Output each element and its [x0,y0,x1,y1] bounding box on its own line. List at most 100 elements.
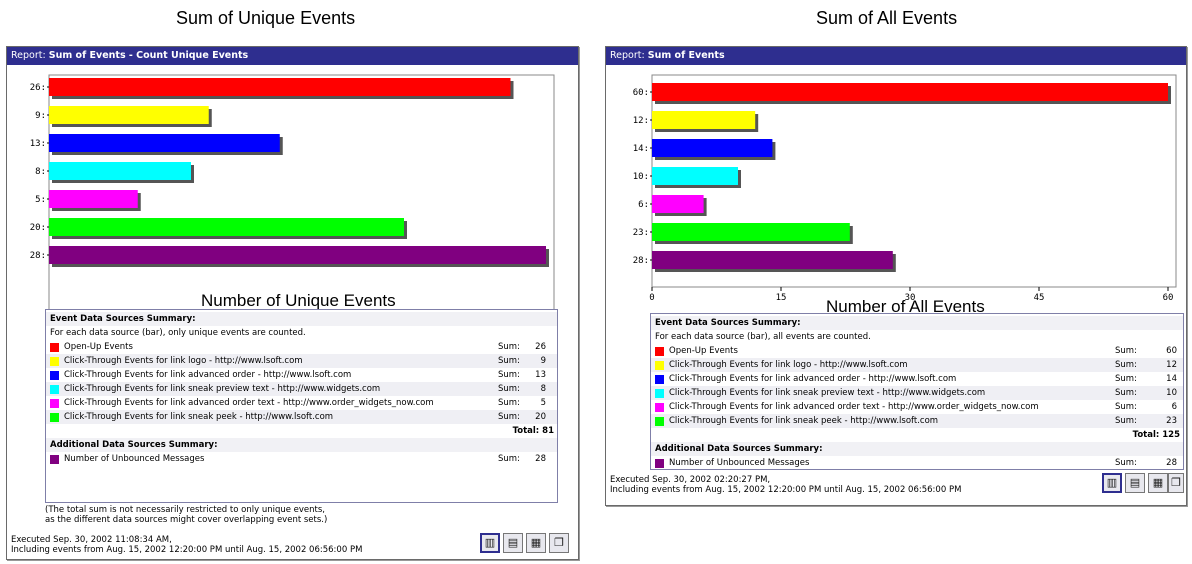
summary-row: Click-Through Events for link advanced o… [46,396,557,410]
summary-row: Click-Through Events for link sneak peek… [46,410,557,424]
sum-label: Sum: [498,454,520,464]
summary-row: Open-Up Events Sum: 26 [46,340,557,354]
summary-header: Event Data Sources Summary: [46,312,557,326]
summary-header-text: Event Data Sources Summary: [655,318,801,328]
summary-table-all: Event Data Sources Summary: For each data… [650,313,1184,470]
color-swatch [50,385,59,394]
category-label: 23: [633,228,649,238]
sum-value: 9 [540,356,546,366]
sum-value: 23 [1166,416,1177,426]
category-label: 28: [30,251,46,261]
summary-note-text: For each data source (bar), only unique … [50,328,306,338]
summary-row: Click-Through Events for link advanced o… [46,368,557,382]
source-label: Click-Through Events for link sneak peek… [64,412,334,422]
color-swatch [655,375,664,384]
sum-label: Sum: [498,412,520,422]
stacked-chart-icon[interactable]: ▤ [503,533,523,553]
executed-text: Executed Sep. 30, 2002 11:08:34 AM, [11,535,172,545]
color-swatch [50,357,59,366]
x-axis-title: Number of Unique Events [201,291,396,310]
category-label: 28: [633,256,649,266]
sum-label: Sum: [1115,402,1137,412]
summary-row: Click-Through Events for link logo - htt… [651,358,1183,372]
stacked-chart-icon[interactable]: ▤ [1125,473,1145,493]
report-name: Sum of Events [647,50,725,61]
summary-header: Event Data Sources Summary: [651,316,1183,330]
category-label: 8: [35,167,46,177]
summary-total: Total: 81 [46,424,557,438]
bar-chart-icon[interactable]: ▥ [480,533,500,553]
sum-value: 6 [1171,402,1177,412]
sum-value: 28 [535,454,546,464]
executed-text: Executed Sep. 30, 2002 02:20:27 PM, [610,475,771,485]
x-tick-label: 15 [776,293,787,303]
bar [652,167,738,185]
summary-row: Click-Through Events for link advanced o… [651,372,1183,386]
bar [652,223,850,241]
sum-value: 12 [1166,360,1177,370]
sum-label: Sum: [1115,416,1137,426]
summary-table-unique: Event Data Sources Summary: For each data… [45,309,558,503]
range-text: Including events from Aug. 15, 2002 12:2… [610,485,962,495]
copy-icon[interactable]: ❐ [549,533,569,553]
color-swatch [50,413,59,422]
source-label: Click-Through Events for link advanced o… [669,402,1039,412]
summary-note-text: For each data source (bar), all events a… [655,332,871,342]
total-text: Total: 81 [512,426,554,436]
sum-value: 14 [1166,374,1177,384]
source-label: Number of Unbounced Messages [64,454,205,464]
sum-value: 26 [535,342,546,352]
x-tick-label: 60 [1163,293,1174,303]
bar-chart-icon[interactable]: ▥ [1102,473,1122,493]
source-label: Click-Through Events for link advanced o… [64,370,352,380]
summary-row: Click-Through Events for link advanced o… [651,400,1183,414]
sum-label: Sum: [498,384,520,394]
source-label: Open-Up Events [64,342,133,352]
category-label: 9: [35,111,46,121]
source-label: Click-Through Events for link advanced o… [669,374,957,384]
sum-value: 20 [535,412,546,422]
source-label: Click-Through Events for link sneak peek… [669,416,939,426]
bar [49,106,209,124]
additional-row: Number of Unbounced Messages Sum: 28 [651,456,1183,470]
color-swatch [655,403,664,412]
category-label: 14: [633,144,649,154]
report-prefix: Report: [610,50,645,61]
report-panel-all: Report: Sum of Events 60: 12: 14: 10: 6: 23: 2… [605,46,1187,506]
sum-value: 60 [1166,346,1177,356]
copy-icon[interactable]: ❐ [1168,473,1184,493]
horizontal-chart-icon[interactable]: ▦ [526,533,546,553]
sum-label: Sum: [1115,458,1137,468]
x-tick-label: 0 [649,293,654,303]
color-swatch [50,455,59,464]
color-swatch [655,417,664,426]
category-label: 20: [30,223,46,233]
color-swatch [50,343,59,352]
color-swatch [655,347,664,356]
color-swatch [50,371,59,380]
range-text: Including events from Aug. 15, 2002 12:2… [11,545,363,555]
report-titlebar: Report: Sum of Events - Count Unique Eve… [7,47,578,65]
color-swatch [655,389,664,398]
source-label: Click-Through Events for link logo - htt… [669,360,908,370]
bar [49,246,546,264]
sum-label: Sum: [1115,360,1137,370]
report-panel-unique: Report: Sum of Events - Count Unique Eve… [6,46,579,560]
x-tick-label: 45 [1034,293,1045,303]
additional-header-text: Additional Data Sources Summary: [50,440,218,450]
sum-value: 8 [540,384,546,394]
bar-chart-all: 60:12:14:10:6:23:28:0 15 30 45 60 [633,74,1177,303]
additional-row: Number of Unbounced Messages Sum: 28 [46,452,557,466]
summary-header-text: Event Data Sources Summary: [50,314,196,324]
footnote-line-1: (The total sum is not necessarily restri… [45,505,326,515]
bar [49,162,191,180]
summary-row: Click-Through Events for link sneak peek… [651,414,1183,428]
bar [49,218,404,236]
horizontal-chart-icon[interactable]: ▦ [1148,473,1168,493]
source-label: Click-Through Events for link sneak prev… [669,388,986,398]
caption-unique: Sum of Unique Events [176,8,356,28]
sum-label: Sum: [1115,374,1137,384]
sum-label: Sum: [1115,388,1137,398]
category-label: 6: [638,200,649,210]
sum-label: Sum: [498,370,520,380]
